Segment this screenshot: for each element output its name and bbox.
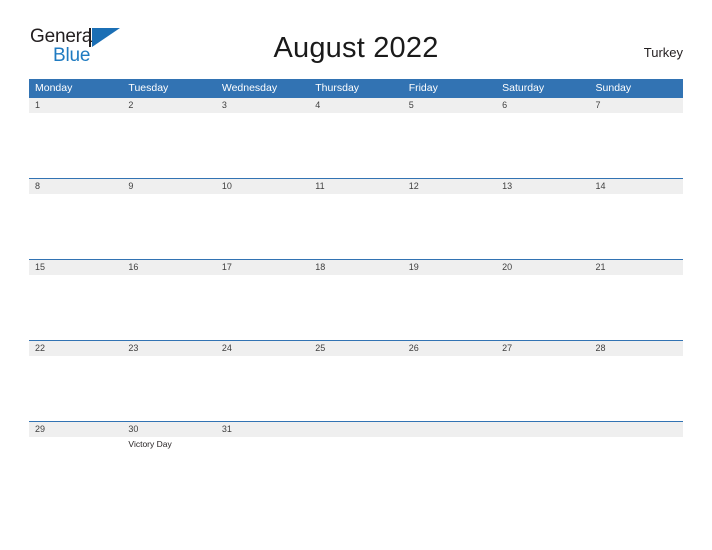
weekday-header-saturday: Saturday [502,82,545,94]
week-date-band: 15 16 17 18 19 20 21 [29,260,683,275]
calendar-week-row: 22 23 24 25 26 27 28 [29,340,683,421]
weekday-header-thursday: Thursday [315,82,360,94]
page-title: August 2022 [273,32,439,64]
day-cell[interactable] [309,194,402,259]
day-cell[interactable] [29,437,122,502]
day-number[interactable]: 12 [403,179,496,194]
day-number[interactable]: 18 [309,260,402,275]
day-cell[interactable] [122,275,215,340]
day-number [403,422,496,437]
day-number[interactable]: 23 [122,341,215,356]
day-cell[interactable] [29,194,122,259]
day-number[interactable]: 31 [216,422,309,437]
day-number[interactable]: 28 [590,341,683,356]
day-cell-empty [309,437,402,502]
day-number[interactable]: 6 [496,98,589,113]
week-date-band: 1 2 3 4 5 6 7 [29,98,683,113]
weekday-header-monday: Monday [35,82,73,94]
day-cell[interactable] [216,194,309,259]
day-cell[interactable] [590,194,683,259]
day-number[interactable]: 3 [216,98,309,113]
day-number[interactable]: 29 [29,422,122,437]
weekday-header-friday: Friday [408,82,438,94]
weekday-header-row: Monday Tuesday Wednesday Thursday Friday… [29,79,683,97]
day-number [496,422,589,437]
page-header: General Blue August 2022 Turkey [0,0,712,66]
day-number[interactable]: 11 [309,179,402,194]
day-cell[interactable] [216,437,309,502]
week-event-band [29,113,683,178]
week-date-band: 22 23 24 25 26 27 28 [29,341,683,356]
weekday-header-wednesday: Wednesday [221,82,278,94]
day-cell[interactable] [496,356,589,421]
day-cell[interactable] [309,275,402,340]
day-cell-empty [403,437,496,502]
day-cell[interactable] [216,113,309,178]
day-number[interactable]: 7 [590,98,683,113]
day-cell[interactable] [29,275,122,340]
weekday-header-sunday: Sunday [595,82,632,94]
day-cell[interactable] [403,194,496,259]
day-cell[interactable] [122,113,215,178]
week-date-band: 29 30 31 [29,422,683,437]
day-number[interactable]: 27 [496,341,589,356]
day-cell[interactable] [590,113,683,178]
day-number[interactable]: 8 [29,179,122,194]
day-number[interactable]: 24 [216,341,309,356]
day-number[interactable]: 2 [122,98,215,113]
day-number[interactable]: 1 [29,98,122,113]
calendar-week-row: 15 16 17 18 19 20 21 [29,259,683,340]
calendar-grid: Monday Tuesday Wednesday Thursday Friday… [29,79,683,502]
day-cell-empty [496,437,589,502]
day-number[interactable]: 19 [403,260,496,275]
day-number[interactable]: 25 [309,341,402,356]
week-event-band [29,194,683,259]
day-cell[interactable] [496,113,589,178]
day-cell-empty [590,437,683,502]
calendar-week-row: 8 9 10 11 12 13 14 [29,178,683,259]
calendar-page: General Blue August 2022 Turkey Monday T… [0,0,712,550]
day-cell[interactable] [403,275,496,340]
day-number[interactable]: 13 [496,179,589,194]
day-cell[interactable] [403,113,496,178]
day-number[interactable]: 14 [590,179,683,194]
day-cell[interactable] [122,356,215,421]
holiday-event: Victory Day [128,439,172,449]
day-number[interactable]: 9 [122,179,215,194]
day-cell[interactable] [496,275,589,340]
day-cell[interactable] [216,275,309,340]
day-number[interactable]: 30 [122,422,215,437]
day-number[interactable]: 15 [29,260,122,275]
week-event-band: Victory Day [29,437,683,502]
calendar-week-row: 1 2 3 4 5 6 7 [29,97,683,178]
day-number[interactable]: 22 [29,341,122,356]
weekday-header-tuesday: Tuesday [128,82,169,94]
day-number [590,422,683,437]
day-cell[interactable] [590,275,683,340]
calendar-week-row: 29 30 31 Victory Day [29,421,683,502]
day-cell[interactable] [29,356,122,421]
day-number[interactable]: 26 [403,341,496,356]
day-cell[interactable] [309,356,402,421]
day-number[interactable]: 4 [309,98,402,113]
day-cell[interactable] [216,356,309,421]
day-cell[interactable] [309,113,402,178]
day-number[interactable]: 5 [403,98,496,113]
week-date-band: 8 9 10 11 12 13 14 [29,179,683,194]
day-number[interactable]: 21 [590,260,683,275]
day-number[interactable]: 20 [496,260,589,275]
country-label: Turkey [643,45,683,60]
day-cell[interactable] [496,194,589,259]
day-number[interactable]: 10 [216,179,309,194]
day-cell[interactable] [403,356,496,421]
day-cell[interactable] [590,356,683,421]
week-event-band [29,275,683,340]
day-cell[interactable] [122,194,215,259]
day-number[interactable]: 16 [122,260,215,275]
day-number[interactable]: 17 [216,260,309,275]
day-cell[interactable] [29,113,122,178]
day-number [309,422,402,437]
week-event-band [29,356,683,421]
day-cell[interactable]: Victory Day [122,437,215,502]
